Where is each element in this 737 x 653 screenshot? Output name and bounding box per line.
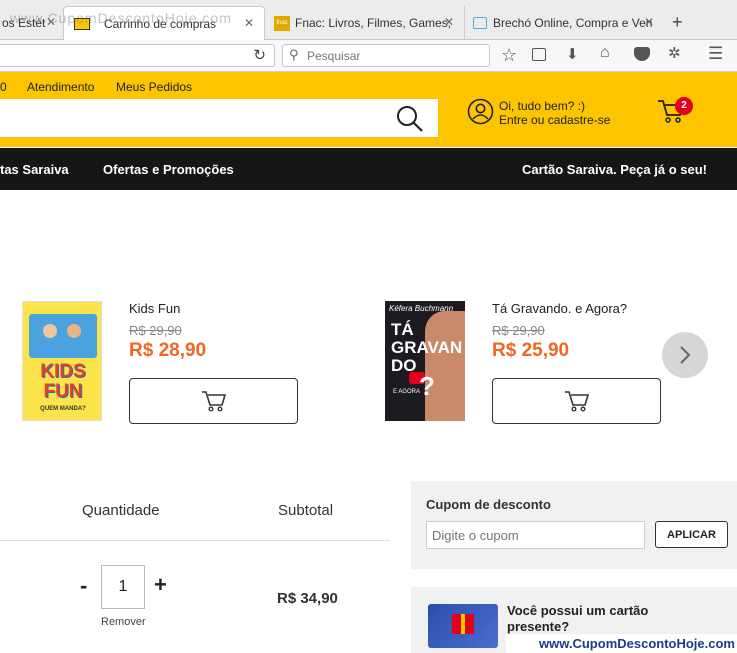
url-bar[interactable]: ↻: [0, 44, 275, 67]
greeting-text: Oi, tudo bem? :): [499, 99, 586, 113]
fnac-favicon-icon: fnac: [274, 15, 290, 31]
new-tab-icon[interactable]: +: [672, 12, 683, 33]
category-nav: tas Saraiva Ofertas e Promoções Cartão S…: [0, 148, 737, 190]
book-cover-kids-fun[interactable]: KIDS FUN QUEM MANDA?: [22, 301, 102, 421]
site-search-input[interactable]: [0, 99, 438, 137]
table-divider: [0, 540, 390, 541]
tab-label: Fnac: Livros, Filmes, Games,: [295, 16, 452, 30]
close-tab-icon[interactable]: ✕: [444, 15, 454, 29]
product-name[interactable]: Tá Gravando. e Agora?: [492, 301, 627, 316]
product-name[interactable]: Kids Fun: [129, 301, 180, 316]
nav-item-cartao-saraiva[interactable]: Cartão Saraiva. Peça já o seu!: [522, 162, 707, 177]
coupon-input[interactable]: [426, 521, 645, 549]
search-placeholder: Pesquisar: [307, 49, 361, 63]
product-old-price: R$ 29,90: [129, 323, 182, 338]
product-price: R$ 28,90: [129, 340, 207, 361]
cart-icon: [564, 391, 589, 412]
search-icon: ⚲: [289, 47, 299, 62]
item-subtotal: R$ 34,90: [277, 590, 338, 607]
nav-item-ofertas-promocoes[interactable]: Ofertas e Promoções: [103, 162, 234, 177]
header-link-atendimento[interactable]: Atendimento: [27, 80, 94, 94]
cover-title: KIDS FUN: [40, 361, 86, 402]
watermark-bottom: www.CupomDescontoHoje.com: [506, 634, 737, 653]
login-link[interactable]: Entre ou cadastre-se: [499, 113, 610, 127]
brecho-favicon-icon: [473, 17, 487, 29]
subtotal-header: Subtotal: [278, 502, 334, 519]
question-mark-icon: ?: [419, 371, 435, 401]
coupon-title: Cupom de desconto: [426, 497, 551, 512]
nav-item-ofertas-saraiva[interactable]: tas Saraiva: [0, 162, 69, 177]
header-link-meus-pedidos[interactable]: Meus Pedidos: [116, 80, 192, 94]
quantity-input[interactable]: 1: [101, 565, 145, 609]
cart-icon: [201, 391, 226, 412]
add-to-cart-button[interactable]: [492, 378, 661, 424]
download-icon[interactable]: ⬇: [566, 45, 579, 63]
tab-label: Brechó Online, Compra e Ven: [493, 16, 653, 30]
product-price: R$ 25,90: [492, 340, 570, 361]
user-icon[interactable]: [467, 98, 494, 125]
tab-brecho[interactable]: Brechó Online, Compra e Ven ✕: [464, 6, 664, 40]
cover-face: [67, 324, 81, 338]
watermark-top: www.CupomDescontoHoje.com: [10, 10, 232, 26]
product-old-price: R$ 29,90: [492, 323, 545, 338]
cart-count-badge: 2: [675, 97, 693, 115]
apply-coupon-button[interactable]: APLICAR: [655, 521, 728, 548]
reading-list-icon[interactable]: [532, 48, 546, 61]
cover-photo: [29, 314, 97, 358]
gift-ribbon: [461, 614, 465, 634]
close-tab-icon[interactable]: ✕: [644, 15, 654, 29]
carousel-next-button[interactable]: [662, 332, 708, 378]
home-icon[interactable]: ⌂: [600, 44, 610, 62]
cover-subtitle: E AGORA: [393, 389, 421, 395]
browser-nav-bar: ↻ ⚲ Pesquisar ☆ ⬇ ⌂ ✲ ☰: [0, 40, 737, 72]
increase-quantity-button[interactable]: +: [154, 572, 167, 598]
coupon-panel: Cupom de desconto APLICAR: [411, 481, 737, 569]
gift-card-text[interactable]: Você possui um cartão presente?: [507, 603, 667, 635]
browser-search-input[interactable]: ⚲ Pesquisar: [282, 44, 490, 67]
menu-icon[interactable]: ☰: [708, 44, 723, 64]
reload-icon[interactable]: ↻: [253, 46, 266, 64]
cover-author: Kéfera Buchmann: [389, 304, 454, 313]
add-to-cart-button[interactable]: [129, 378, 298, 424]
cover-photo: [425, 311, 465, 421]
cover-title: TÁ GRAVAN DO: [391, 320, 463, 375]
header-link-0[interactable]: 0: [0, 80, 7, 94]
extension-icon[interactable]: ✲: [668, 44, 681, 62]
quantity-header: Quantidade: [82, 502, 160, 519]
bookmark-star-icon[interactable]: ☆: [501, 45, 517, 66]
decrease-quantity-button[interactable]: -: [80, 573, 87, 599]
cover-subtitle: QUEM MANDA?: [40, 406, 86, 412]
chevron-right-icon: [680, 346, 691, 364]
cover-face: [43, 324, 57, 338]
tab-fnac[interactable]: fnac Fnac: Livros, Filmes, Games, ✕: [268, 6, 460, 40]
close-tab-icon[interactable]: ✕: [244, 16, 254, 30]
pocket-icon[interactable]: [634, 47, 650, 61]
book-cover-ta-gravando[interactable]: Kéfera Buchmann TÁ GRAVAN DO E AGORA ?: [385, 301, 465, 421]
remove-item-link[interactable]: Remover: [101, 616, 146, 628]
site-header: 0 Atendimento Meus Pedidos Oi, tudo bem?…: [0, 72, 737, 147]
gift-card-image: [428, 604, 498, 648]
search-icon[interactable]: [395, 104, 425, 134]
